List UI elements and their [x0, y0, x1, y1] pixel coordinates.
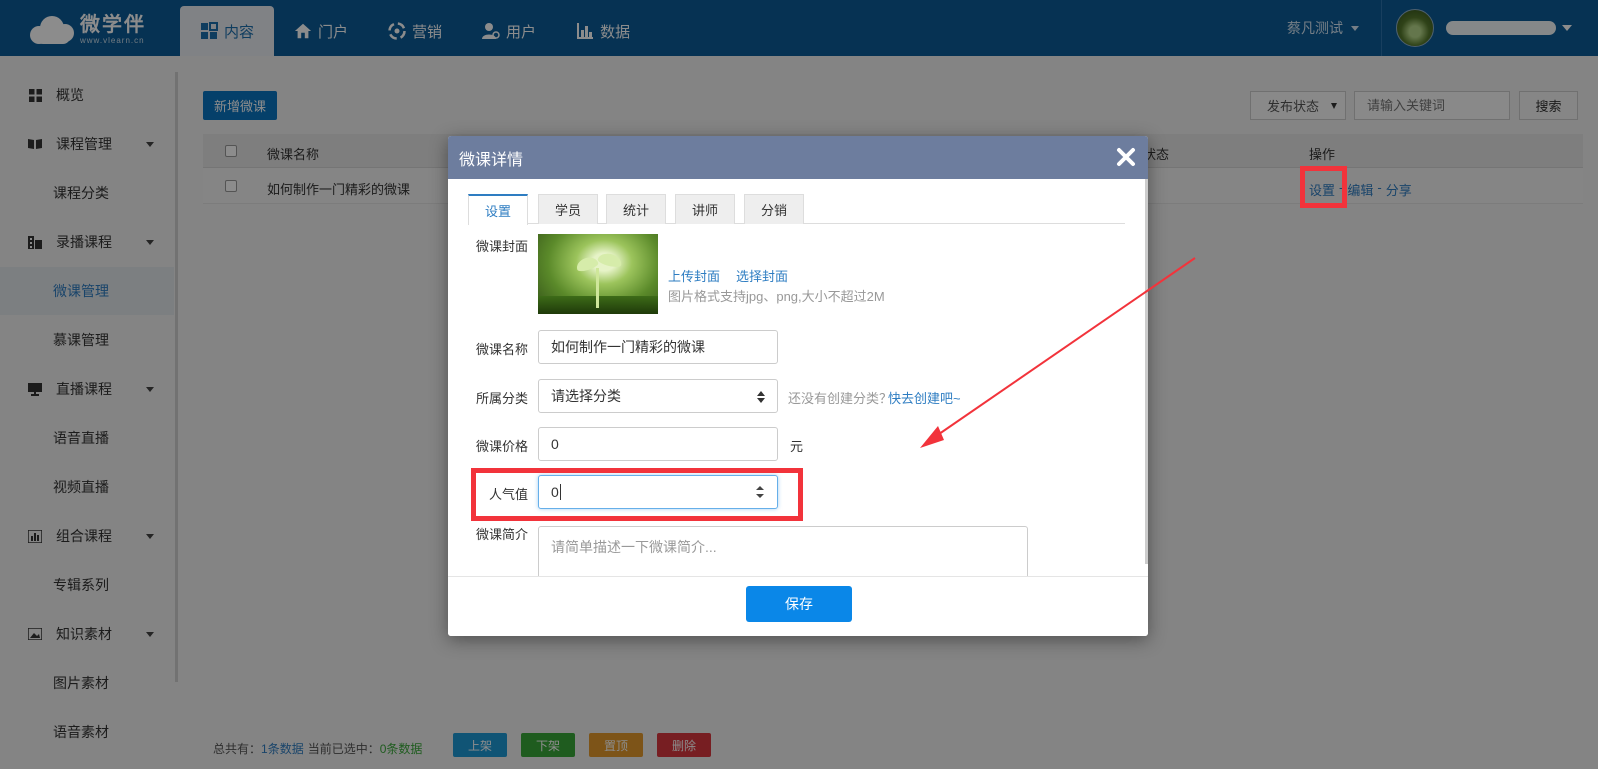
course-name-input[interactable]: 如何制作一门精彩的微课	[538, 330, 778, 364]
modal-scrollbar[interactable]	[1145, 179, 1148, 564]
tab-distribution[interactable]: 分销	[744, 194, 804, 224]
cover-image	[538, 234, 658, 314]
name-label: 微课名称	[475, 342, 528, 357]
highlight-settings	[1300, 166, 1347, 208]
choose-cover-link[interactable]: 选择封面	[736, 266, 788, 285]
price-input[interactable]: 0	[538, 427, 778, 461]
price-label: 微课价格	[475, 439, 528, 454]
tab-lecturer[interactable]: 讲师	[675, 194, 735, 224]
tab-settings[interactable]: 设置	[468, 194, 528, 225]
upload-cover-link[interactable]: 上传封面	[668, 266, 720, 285]
sort-arrows-icon	[757, 391, 765, 403]
category-label: 所属分类	[475, 391, 528, 406]
modal-footer: 保存	[448, 576, 1148, 636]
tab-stats[interactable]: 统计	[606, 194, 666, 224]
tab-students[interactable]: 学员	[538, 194, 598, 224]
price-unit: 元	[790, 439, 804, 454]
modal-title: 微课详情	[459, 151, 524, 169]
cover-label: 微课封面	[475, 239, 528, 254]
cover-hint: 图片格式支持jpg、png,大小不超过2M	[668, 289, 885, 304]
category-hint: 还没有创建分类？	[788, 391, 893, 406]
highlight-popularity	[471, 468, 803, 521]
save-button[interactable]: 保存	[746, 586, 852, 622]
category-value: 请选择分类	[551, 388, 621, 404]
modal-header: 微课详情	[448, 136, 1148, 179]
microcourse-detail-modal: 微课详情 设置 学员 统计 讲师 分销 微课封面 上传封面 选择封面 图片格式支…	[448, 136, 1148, 636]
close-icon[interactable]	[1114, 145, 1138, 169]
intro-label: 微课简介	[475, 527, 528, 542]
course-name-value: 如何制作一门精彩的微课	[551, 339, 705, 355]
category-select[interactable]: 请选择分类	[538, 379, 778, 413]
price-value: 0	[551, 436, 559, 452]
create-category-link[interactable]: 快去创建吧~	[888, 388, 961, 407]
modal-tabs: 设置 学员 统计 讲师 分销	[468, 194, 1125, 225]
